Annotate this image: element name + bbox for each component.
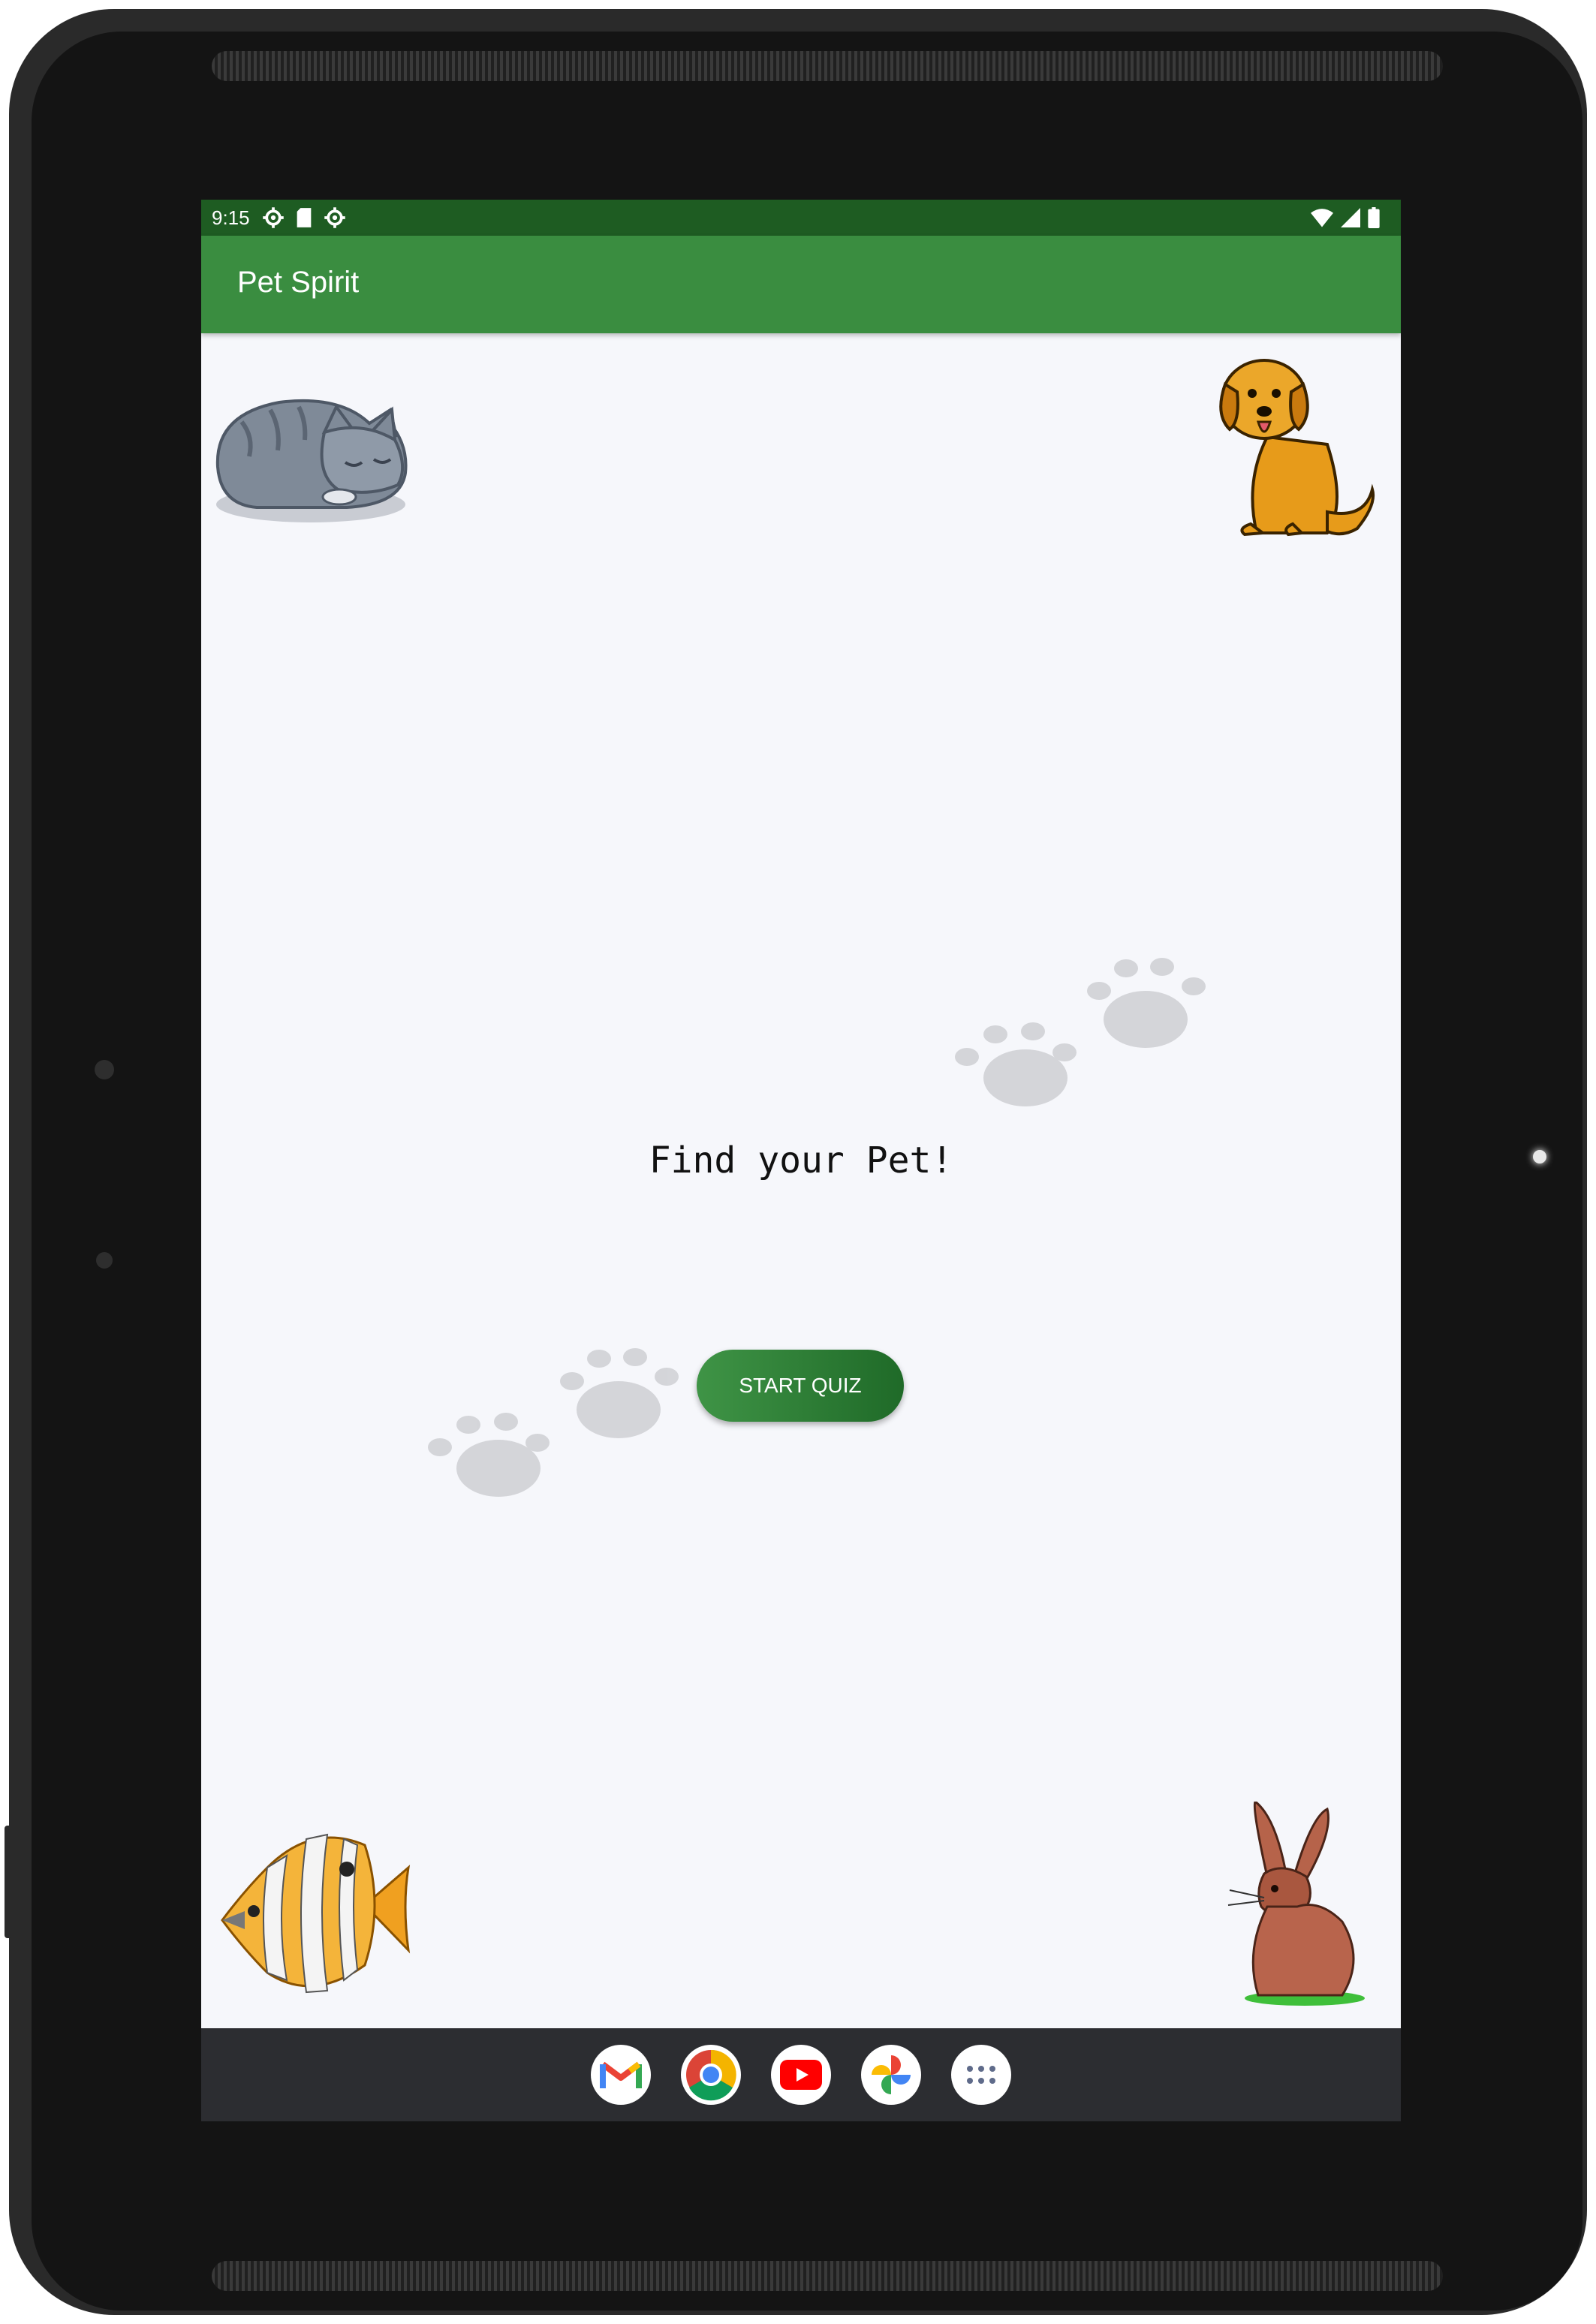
battery-icon [1368, 207, 1380, 228]
headline-text: Find your Pet! [649, 1139, 953, 1182]
light-sensor [96, 1252, 113, 1269]
status-bar: 9:15 [201, 200, 1401, 236]
sitting-dog-image [1219, 359, 1375, 537]
app-drawer-button[interactable] [951, 2045, 1011, 2105]
paw-prints-decoration [955, 958, 1206, 1106]
device-screen: 9:15 Pet Spirit Find your Pet! START QUI… [201, 200, 1401, 2121]
signal-icon [1341, 208, 1360, 227]
chrome-icon [686, 2049, 736, 2101]
side-button[interactable] [5, 1826, 12, 1938]
settings-icon [324, 207, 345, 228]
chrome-app-icon[interactable] [681, 2045, 741, 2105]
youtube-icon [780, 2060, 822, 2090]
app-bar: Pet Spirit [201, 236, 1401, 333]
top-speaker-grille [212, 51, 1443, 81]
app-title: Pet Spirit [237, 266, 360, 299]
settings-icon [262, 207, 284, 228]
sleeping-cat-image [215, 399, 408, 522]
bottom-speaker-grille [212, 2261, 1443, 2291]
notification-light [1533, 1150, 1546, 1164]
paw-prints-decoration [428, 1348, 679, 1497]
start-quiz-button[interactable]: START QUIZ [697, 1350, 904, 1422]
front-camera [95, 1060, 114, 1079]
gmail-icon [600, 2061, 642, 2088]
pinwheel-icon [872, 2055, 911, 2094]
photos-app-icon[interactable] [861, 2045, 921, 2105]
app-dock [201, 2028, 1401, 2121]
gmail-app-icon[interactable] [591, 2045, 651, 2105]
brown-rabbit-image [1227, 1802, 1365, 2006]
main-content: Find your Pet! START QUIZ [201, 333, 1401, 2028]
youtube-app-icon[interactable] [771, 2045, 831, 2105]
sd-card-icon [297, 208, 311, 227]
grid-dots-icon [967, 2066, 995, 2084]
status-time: 9:15 [212, 206, 250, 229]
tropical-fish-image [221, 1833, 411, 1994]
wifi-icon [1311, 209, 1333, 227]
